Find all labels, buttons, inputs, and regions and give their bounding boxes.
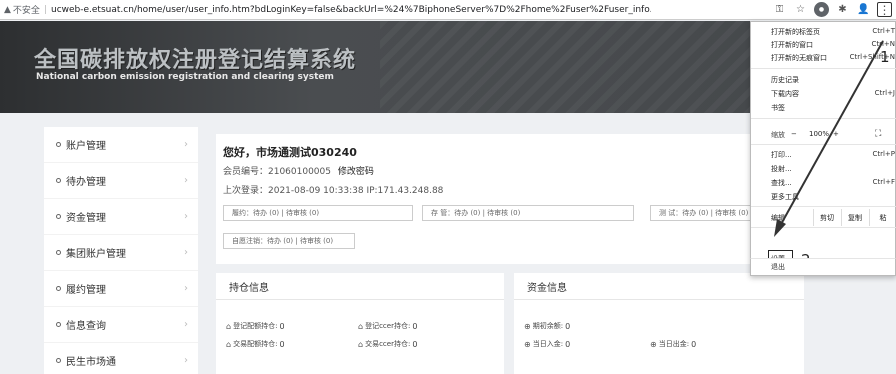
bullet-icon (56, 250, 61, 255)
lock-icon: ⌂ (226, 321, 232, 331)
bullet-icon (56, 286, 61, 291)
change-password-link[interactable]: 修改密码 (338, 167, 374, 177)
member-number: 会员编号：21060100005 (223, 167, 331, 177)
greeting: 您好，市场通测试030240 (223, 146, 357, 159)
lock-icon: ⌂ (358, 321, 364, 331)
fund-stat: ⊕ 期初余额: 0 (524, 321, 571, 331)
sidebar-item-label: 信息查询 (66, 321, 106, 332)
site-subtitle: National carbon emission registration an… (36, 72, 334, 82)
bullet-icon (56, 214, 61, 219)
sidebar-item-compliance[interactable]: 履约管理 › (44, 271, 198, 307)
toolbar-icons: ⚿ ☆ ● ✱ 👤 ⋮ (772, 2, 892, 17)
security-indicator[interactable]: ▲ 不安全 (0, 3, 40, 17)
bullet-icon (56, 142, 61, 147)
sidebar-item-todo[interactable]: 待办管理 › (44, 163, 198, 199)
extension-icon[interactable]: ● (814, 2, 829, 17)
voluntary-cancel-todo-button[interactable]: 自愿注销：待办 (0) | 待审核 (0) (223, 233, 355, 249)
holding-stat: ⌂ 登记ccer持仓: 0 (358, 321, 418, 331)
key-icon[interactable]: ⚿ (772, 2, 787, 17)
address-bar[interactable]: ▲ 不安全 | ucweb-e.etsuat.cn/home/user/user… (0, 0, 896, 20)
chevron-right-icon: › (184, 139, 188, 150)
sidebar-item-market[interactable]: 民生市场通 › (44, 343, 198, 374)
sidebar-item-label: 待办管理 (66, 177, 106, 188)
bullet-icon (56, 322, 61, 327)
sidebar-item-label: 履约管理 (66, 285, 106, 296)
compliance-todo-button[interactable]: 履约：待办 (0) | 待审核 (0) (223, 205, 413, 221)
annotation-arrow (774, 40, 884, 237)
holdings-panel: 持仓信息 ⌂ 登记配额持仓: 0 ⌂ 登记ccer持仓: 0 ⌂ 交易配额持仓: 0 ⌂ 交易… (216, 273, 504, 374)
holding-stat: ⌂ 交易配额持仓: 0 (226, 339, 285, 349)
chevron-right-icon: › (184, 355, 188, 366)
member-info: 会员编号：21060100005 修改密码 (223, 164, 374, 177)
funds-panel: 资金信息 ⊕ 期初余额: 0 ⊕ 当日入金: 0 ⊕ 当日出金: 0 (514, 273, 804, 374)
holding-stat: ⌂ 登记配额持仓: 0 (226, 321, 285, 331)
security-label: 不安全 (12, 6, 40, 16)
bullet-icon (56, 358, 61, 363)
url-text[interactable]: ucweb-e.etsuat.cn/home/user/user_info.ht… (51, 5, 651, 15)
puzzle-icon[interactable]: ✱ (835, 2, 850, 17)
funds-title: 资金信息 (514, 273, 804, 300)
address-divider: | (43, 4, 47, 15)
lock-icon: ⌂ (358, 339, 364, 349)
coin-icon: ⊕ (524, 321, 531, 331)
holding-stat: ⌂ 交易ccer持仓: 0 (358, 339, 418, 349)
chevron-right-icon: › (184, 247, 188, 258)
sidebar-item-account[interactable]: 账户管理 › (44, 127, 198, 163)
chevron-right-icon: › (184, 175, 188, 186)
sidebar-item-query[interactable]: 信息查询 › (44, 307, 198, 343)
last-login: 上次登录：2021-08-09 10:33:38 IP:171.43.248.8… (223, 186, 444, 196)
site-title: 全国碳排放权注册登记结算系统 (34, 47, 357, 73)
profile-icon[interactable]: 👤 (856, 2, 871, 17)
custody-todo-button[interactable]: 存 管：待办 (0) | 待审核 (0) (422, 205, 634, 221)
sidebar-item-label: 民生市场通 (66, 357, 116, 368)
chevron-right-icon: › (184, 283, 188, 294)
chevron-right-icon: › (184, 319, 188, 330)
warning-icon: ▲ (4, 4, 11, 15)
holdings-title: 持仓信息 (216, 273, 504, 300)
fund-stat: ⊕ 当日出金: 0 (650, 339, 697, 349)
coin-icon: ⊕ (650, 339, 657, 349)
sidebar-item-funds[interactable]: 资金管理 › (44, 199, 198, 235)
coin-icon: ⊕ (524, 339, 531, 349)
sidebar: 账户管理 › 待办管理 › 资金管理 › 集团账户管理 › 履约管理 › 信息查询 › 民生… (44, 127, 198, 374)
bullet-icon (56, 178, 61, 183)
menu-divider (750, 276, 896, 277)
sidebar-item-group-account[interactable]: 集团账户管理 › (44, 235, 198, 271)
menu-icon[interactable]: ⋮ (877, 2, 892, 17)
lock-icon: ⌂ (226, 339, 232, 349)
welcome-panel: 您好，市场通测试030240 会员编号：21060100005 修改密码 上次登… (216, 134, 810, 264)
sidebar-item-label: 账户管理 (66, 141, 106, 152)
sidebar-item-label: 集团账户管理 (66, 249, 126, 260)
chevron-right-icon: › (184, 211, 188, 222)
sidebar-item-label: 资金管理 (66, 213, 106, 224)
fund-stat: ⊕ 当日入金: 0 (524, 339, 571, 349)
star-icon[interactable]: ☆ (793, 2, 808, 17)
